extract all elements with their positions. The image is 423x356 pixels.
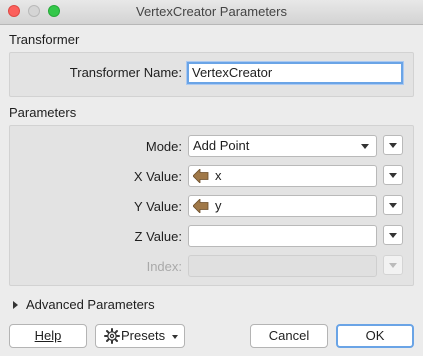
presets-button[interactable]: Presets — [95, 324, 185, 348]
x-value-menu-button[interactable] — [383, 165, 403, 185]
mode-select-value: Add Point — [193, 138, 250, 153]
transformer-name-input[interactable]: VertexCreator — [187, 62, 403, 84]
index-label: Index: — [146, 259, 182, 274]
z-value-input[interactable] — [188, 225, 377, 247]
ok-button[interactable]: OK — [336, 324, 414, 348]
x-value-label: X Value: — [133, 169, 182, 184]
mode-menu-button[interactable] — [383, 135, 403, 155]
index-input — [188, 255, 377, 277]
mode-label: Mode: — [145, 139, 182, 154]
disclosure-triangle-icon — [13, 301, 18, 309]
chevron-down-icon — [361, 144, 369, 149]
cancel-button[interactable]: Cancel — [250, 324, 328, 348]
mode-select[interactable]: Add Point — [188, 135, 377, 157]
x-value-text: x — [215, 168, 222, 183]
help-button-label: Help — [34, 328, 62, 343]
transformer-heading: Transformer — [9, 32, 80, 47]
z-value-label: Z Value: — [134, 229, 182, 244]
presets-button-label: Presets — [121, 328, 166, 343]
x-value-field[interactable]: x — [188, 165, 377, 187]
help-button[interactable]: Help — [9, 324, 87, 348]
y-value-menu-button[interactable] — [383, 195, 403, 215]
parameters-heading: Parameters — [9, 105, 77, 120]
z-value-menu-button[interactable] — [383, 225, 403, 245]
index-menu-button — [383, 255, 403, 275]
y-value-text: y — [215, 198, 222, 213]
chevron-down-icon — [172, 335, 178, 339]
window-title: VertexCreator Parameters — [135, 4, 287, 19]
attribute-arrow-icon — [193, 169, 209, 183]
advanced-parameters-label: Advanced Parameters — [26, 297, 155, 312]
title-bar: VertexCreator Parameters — [0, 0, 423, 25]
transformer-name-label: Transformer Name: — [69, 65, 182, 80]
y-value-label: Y Value: — [134, 199, 182, 214]
attribute-arrow-icon — [193, 199, 209, 213]
y-value-field[interactable]: y — [188, 195, 377, 217]
gear-icon — [104, 328, 120, 344]
